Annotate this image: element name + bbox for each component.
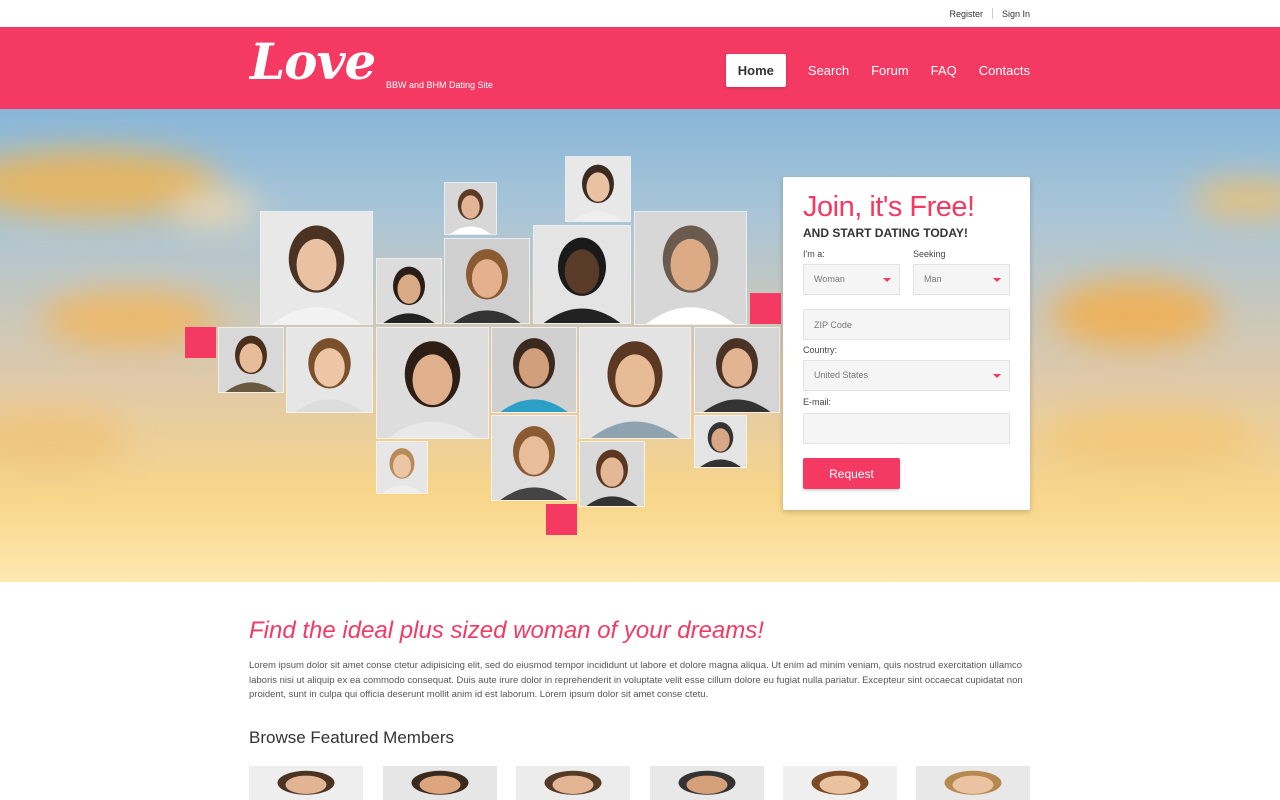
- cloud: [1190, 179, 1280, 219]
- featured-member-photo[interactable]: [516, 766, 630, 800]
- member-photo[interactable]: [579, 441, 645, 507]
- nav-search[interactable]: Search: [808, 63, 849, 78]
- seeking-value: Man: [924, 274, 942, 284]
- im-a-select[interactable]: Woman: [803, 264, 900, 295]
- nav-faq[interactable]: FAQ: [931, 63, 957, 78]
- featured-member-photo[interactable]: [650, 766, 764, 800]
- member-photo[interactable]: [491, 327, 577, 413]
- join-form-panel: Join, it's Free! AND START DATING TODAY!…: [783, 177, 1030, 510]
- im-a-label: I'm a:: [803, 249, 825, 259]
- register-link[interactable]: Register: [949, 9, 983, 19]
- member-photo[interactable]: [376, 327, 489, 439]
- logo[interactable]: Love: [250, 32, 376, 91]
- member-photo[interactable]: [694, 327, 780, 413]
- nav-contacts[interactable]: Contacts: [979, 63, 1030, 78]
- member-photo[interactable]: [694, 415, 747, 468]
- featured-member-photo[interactable]: [383, 766, 497, 800]
- member-photo[interactable]: [376, 258, 442, 324]
- nav-forum[interactable]: Forum: [871, 63, 909, 78]
- main-nav: Home Search Forum FAQ Contacts: [704, 54, 1030, 87]
- chevron-down-icon: [993, 374, 1001, 378]
- featured-members-title: Browse Featured Members: [249, 728, 455, 747]
- chevron-down-icon: [883, 278, 891, 282]
- seeking-select[interactable]: Man: [913, 264, 1010, 295]
- cloud: [170, 189, 260, 229]
- country-value: United States: [814, 370, 869, 380]
- member-photo[interactable]: [491, 415, 577, 501]
- member-photo[interactable]: [260, 211, 373, 325]
- member-photo[interactable]: [533, 225, 631, 324]
- member-photo[interactable]: [444, 238, 530, 324]
- member-photo[interactable]: [376, 441, 428, 494]
- tagline: BBW and BHM Dating Site: [386, 80, 494, 90]
- featured-member-photo[interactable]: [249, 766, 363, 800]
- member-photo[interactable]: [565, 156, 631, 222]
- cloud: [0, 409, 130, 469]
- member-photo[interactable]: [579, 327, 691, 439]
- join-title: Join, it's Free!: [803, 191, 975, 223]
- site-header: Love BBW and BHM Dating Site Home Search…: [0, 27, 1280, 109]
- chevron-down-icon: [993, 278, 1001, 282]
- decor-square: [546, 504, 577, 535]
- intro-paragraph: Lorem ipsum dolor sit amet conse ctetur …: [249, 660, 1023, 701]
- cloud: [1040, 409, 1260, 469]
- decor-square: [185, 327, 216, 358]
- divider: [991, 8, 993, 19]
- country-label: Country:: [803, 345, 838, 355]
- request-button[interactable]: Request: [803, 458, 900, 489]
- member-photo[interactable]: [634, 211, 747, 325]
- email-input[interactable]: [803, 413, 1010, 444]
- email-label: E-mail:: [803, 397, 832, 407]
- member-photo[interactable]: [286, 327, 373, 413]
- member-photo[interactable]: [444, 182, 497, 235]
- cloud: [1050, 279, 1220, 349]
- featured-member-photo[interactable]: [783, 766, 897, 800]
- top-bar: Register Sign In: [0, 0, 1280, 27]
- decor-square: [750, 293, 781, 324]
- sign-in-link[interactable]: Sign In: [1002, 9, 1030, 19]
- im-a-value: Woman: [814, 274, 845, 284]
- seeking-label: Seeking: [913, 249, 946, 259]
- join-subtitle: AND START DATING TODAY!: [803, 226, 968, 240]
- account-links: Register Sign In: [949, 8, 1030, 19]
- country-select[interactable]: United States: [803, 360, 1010, 391]
- main-headline: Find the ideal plus sized woman of your …: [249, 617, 764, 644]
- member-photo[interactable]: [218, 327, 284, 393]
- zip-code-input[interactable]: [803, 309, 1010, 340]
- featured-member-photo[interactable]: [916, 766, 1030, 800]
- nav-home[interactable]: Home: [725, 54, 786, 87]
